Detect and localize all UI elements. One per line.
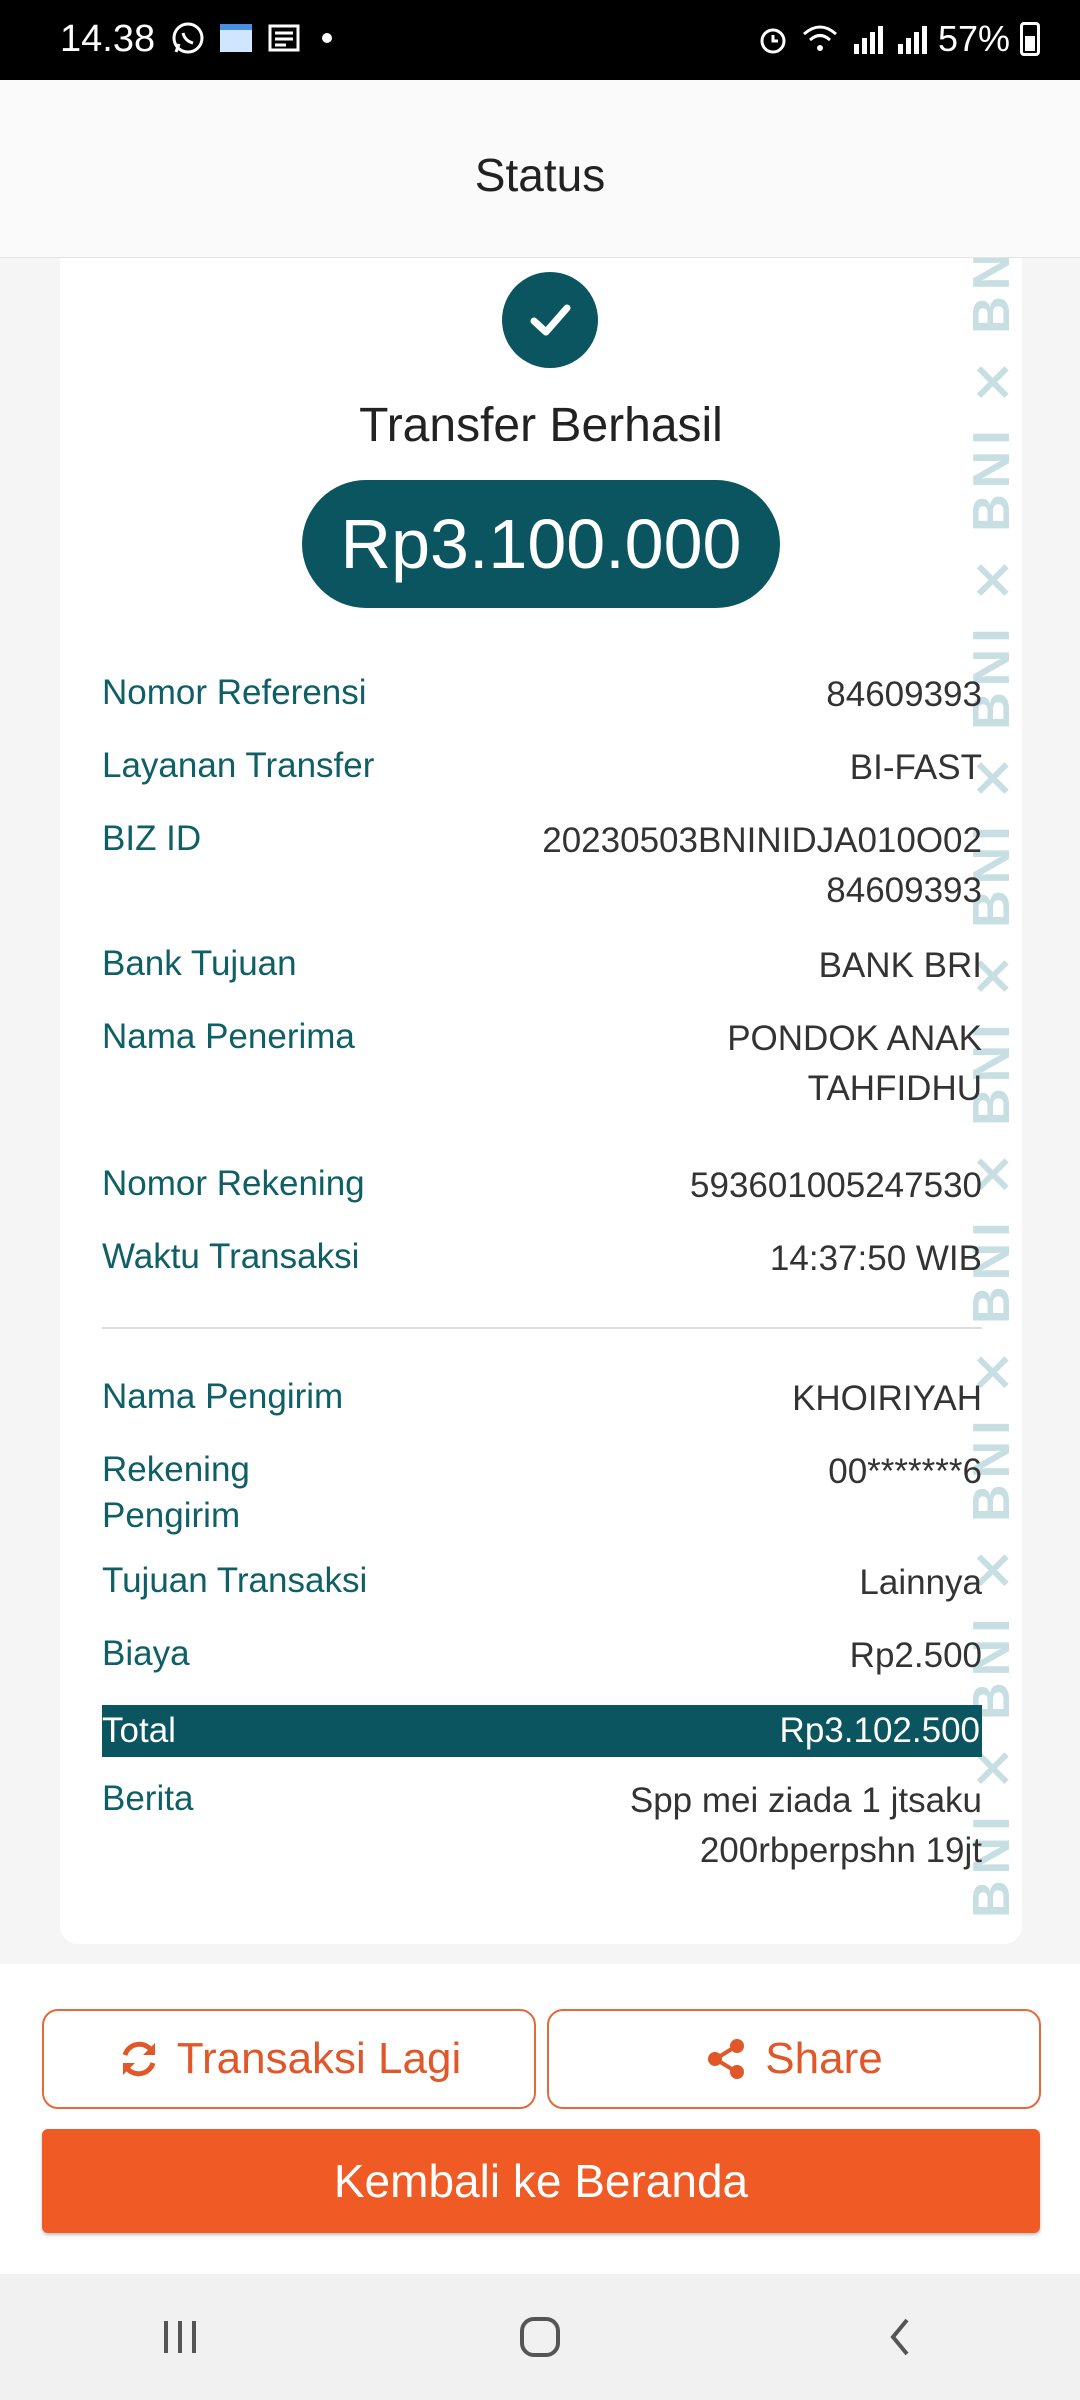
success-check-icon — [502, 272, 598, 368]
detail-label: Waktu Transaksi — [102, 1237, 360, 1276]
detail-label: Nomor Referensi — [102, 673, 367, 712]
back-to-home-button[interactable]: Kembali ke Beranda — [42, 2129, 1040, 2233]
detail-value: 593601005247530 — [690, 1166, 982, 1205]
alarm-icon — [760, 28, 786, 54]
detail-value: 20230503BNINIDJA010O02 84609393 — [542, 821, 982, 910]
detail-label: BIZ ID — [102, 819, 202, 858]
repeat-transaction-button[interactable]: Transaksi Lagi — [42, 2009, 536, 2109]
section-divider — [102, 1327, 982, 1329]
detail-label: Layanan Transfer — [102, 746, 375, 785]
repeat-transaction-label: Transaksi Lagi — [176, 2034, 462, 2083]
sender-label: Tujuan Transaksi — [102, 1561, 368, 1600]
share-button[interactable]: Share — [547, 2009, 1041, 2109]
receipt-scroll-area[interactable]: BNI ⨯ BNI ⨯ BNI ⨯ BNI ⨯ BNI ⨯ BNI ⨯ BNI … — [0, 258, 1080, 1964]
wifi-icon — [802, 25, 837, 51]
more-notifications-dot — [322, 33, 332, 43]
transfer-status-title: Transfer Berhasil — [359, 399, 723, 452]
total-value: Rp3.102.500 — [779, 1711, 980, 1750]
total-row: Total Rp3.102.500 — [102, 1705, 982, 1757]
signal-icon — [897, 26, 927, 54]
sender-value: Rp2.500 — [849, 1636, 982, 1675]
recent-apps-button[interactable] — [120, 2297, 240, 2377]
transfer-amount: Rp3.100.000 — [302, 480, 780, 608]
detail-value: 84609393 — [826, 675, 982, 714]
whatsapp-icon — [172, 22, 204, 54]
home-button[interactable] — [480, 2297, 600, 2377]
news-icon — [268, 24, 300, 52]
battery-icon — [1020, 22, 1040, 56]
share-icon — [708, 2039, 745, 2079]
status-time: 14.38 — [60, 18, 156, 60]
notification-icons — [170, 20, 332, 56]
note-label: Berita — [102, 1779, 194, 1818]
detail-value: 14:37:50 WIB — [769, 1239, 982, 1278]
system-icons: 57% — [756, 18, 1040, 60]
sender-label: Nama Pengirim — [102, 1377, 344, 1416]
status-bar: 14.38 57% — [0, 0, 1080, 80]
detail-value: PONDOK ANAK TAHFIDHU — [727, 1019, 982, 1108]
back-button[interactable] — [840, 2297, 960, 2377]
detail-label: Nomor Rekening — [102, 1164, 365, 1203]
share-label: Share — [765, 2034, 883, 2083]
sender-value: KHOIRIYAH — [792, 1379, 982, 1418]
recent-apps-icon — [164, 2321, 196, 2353]
action-bar: Transaksi Lagi Share Kembali ke Beranda — [0, 1964, 1080, 2274]
sender-value: Lainnya — [859, 1563, 982, 1602]
sender-label: Rekening Pengirim — [102, 1450, 250, 1535]
note-value: Spp mei ziada 1 jtsaku 200rbperpshn 19jt — [629, 1781, 982, 1870]
detail-label: Nama Penerima — [102, 1017, 355, 1056]
bima-icon — [220, 24, 252, 52]
back-icon — [890, 2318, 909, 2356]
page-title: Status — [474, 149, 606, 201]
sender-value: 00*******6 — [828, 1452, 982, 1491]
total-label: Total — [102, 1711, 176, 1750]
app-header: Status — [0, 80, 1080, 258]
detail-value: BANK BRI — [818, 946, 982, 985]
detail-label: Bank Tujuan — [102, 944, 297, 983]
refresh-icon — [122, 2041, 156, 2077]
home-icon — [520, 2317, 560, 2357]
system-navigation-bar — [0, 2274, 1080, 2400]
signal-icon — [853, 26, 883, 54]
battery-percent: 57% — [937, 18, 1010, 59]
detail-value: BI-FAST — [849, 748, 982, 787]
sender-label: Biaya — [102, 1634, 190, 1673]
receipt-card: BNI ⨯ BNI ⨯ BNI ⨯ BNI ⨯ BNI ⨯ BNI ⨯ BNI … — [60, 258, 1022, 1944]
